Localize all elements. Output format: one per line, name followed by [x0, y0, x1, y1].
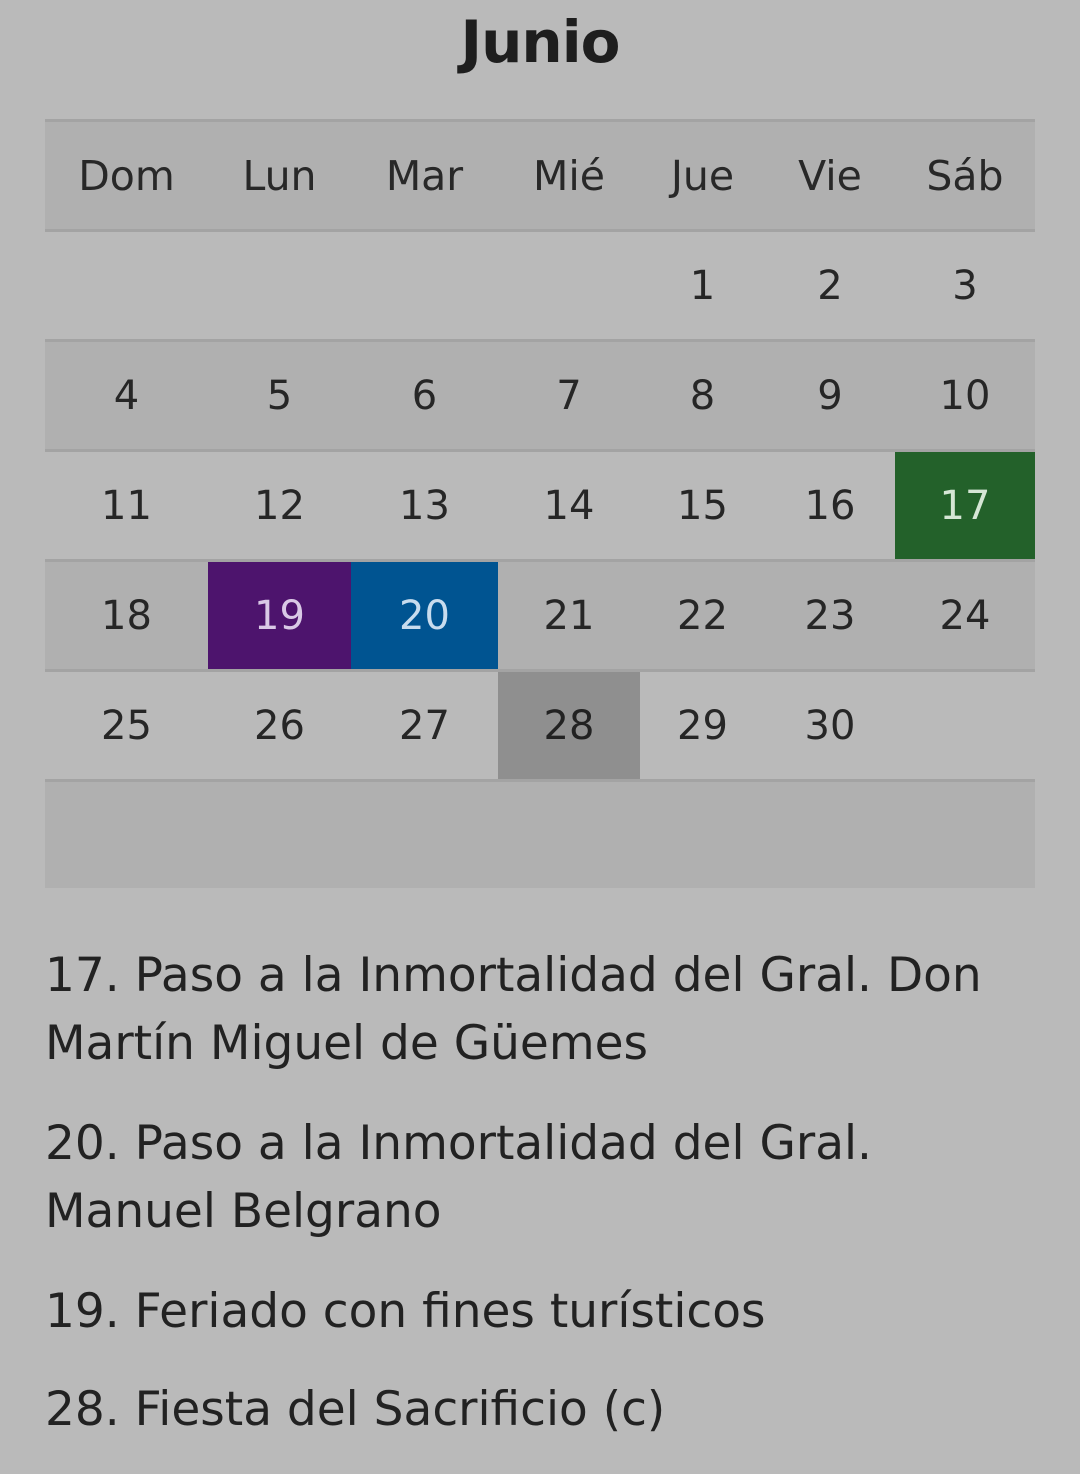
day-cell[interactable]: 2 — [765, 232, 895, 339]
day-cell[interactable]: 3 — [895, 232, 1035, 339]
day-cell[interactable]: 5 — [208, 342, 351, 449]
day-cell[interactable]: 4 — [45, 342, 208, 449]
weekday-label: Lun — [242, 151, 317, 200]
day-cell[interactable]: 14 — [498, 452, 640, 559]
month-title: Junio — [460, 8, 621, 76]
week-row: 18 19 20 21 22 23 24 — [45, 559, 1035, 669]
day-cell[interactable]: 9 — [765, 342, 895, 449]
day-cell[interactable]: 21 — [498, 562, 640, 669]
day-cell[interactable]: 23 — [765, 562, 895, 669]
day-cell[interactable]: 7 — [498, 342, 640, 449]
day-cell[interactable]: 16 — [765, 452, 895, 559]
weekday-label: Vie — [798, 151, 862, 200]
day-cell[interactable]: 22 — [640, 562, 765, 669]
week-row: 11 12 13 14 15 16 17 — [45, 449, 1035, 559]
week-row: 25 26 27 28 29 30 — [45, 669, 1035, 779]
holiday-day-cell[interactable]: 20 — [351, 562, 498, 669]
day-cell — [498, 232, 640, 339]
day-cell[interactable]: 18 — [45, 562, 208, 669]
day-cell[interactable]: 8 — [640, 342, 765, 449]
day-cell — [45, 232, 208, 339]
holiday-note: 20. Paso a la Inmortalidad del Gral. Man… — [45, 1116, 872, 1239]
day-cell[interactable]: 13 — [351, 452, 498, 559]
day-cell — [208, 232, 351, 339]
day-cell[interactable]: 6 — [351, 342, 498, 449]
weekday-label: Mié — [533, 151, 605, 200]
day-cell[interactable]: 12 — [208, 452, 351, 559]
holiday-day-cell[interactable]: 28 — [498, 672, 640, 779]
day-cell[interactable]: 30 — [765, 672, 895, 779]
weekday-label: Dom — [78, 151, 175, 200]
day-cell[interactable]: 11 — [45, 452, 208, 559]
weekday-header-row: Dom Lun Mar Mié Jue Vie Sáb — [45, 119, 1035, 229]
day-cell[interactable]: 15 — [640, 452, 765, 559]
week-row: 1 2 3 — [45, 229, 1035, 339]
day-cell — [895, 672, 1035, 779]
calendar-grid: Dom Lun Mar Mié Jue Vie Sáb 1 2 3 4 5 6 … — [45, 119, 1035, 888]
weekday-label: Mar — [385, 151, 464, 200]
day-cell[interactable]: 29 — [640, 672, 765, 779]
day-cell[interactable]: 10 — [895, 342, 1035, 449]
day-cell[interactable]: 25 — [45, 672, 208, 779]
day-cell[interactable]: 26 — [208, 672, 351, 779]
day-cell — [351, 232, 498, 339]
holiday-note: 19. Feriado con fines turísticos — [45, 1284, 766, 1339]
day-cell[interactable]: 27 — [351, 672, 498, 779]
day-cell[interactable]: 24 — [895, 562, 1035, 669]
holiday-note: 17. Paso a la Inmortalidad del Gral. Don… — [45, 948, 982, 1071]
weekday-label: Jue — [670, 151, 735, 200]
week-row: 4 5 6 7 8 9 10 — [45, 339, 1035, 449]
empty-week-row — [45, 779, 1035, 888]
holiday-note: 28. Fiesta del Sacrificio (c) — [45, 1382, 666, 1437]
holiday-day-cell[interactable]: 19 — [208, 562, 351, 669]
holiday-day-cell[interactable]: 17 — [895, 452, 1035, 559]
day-cell[interactable]: 1 — [640, 232, 765, 339]
weekday-label: Sáb — [926, 151, 1004, 200]
holiday-notes: 17. Paso a la Inmortalidad del Gral. Don… — [45, 942, 1045, 1474]
